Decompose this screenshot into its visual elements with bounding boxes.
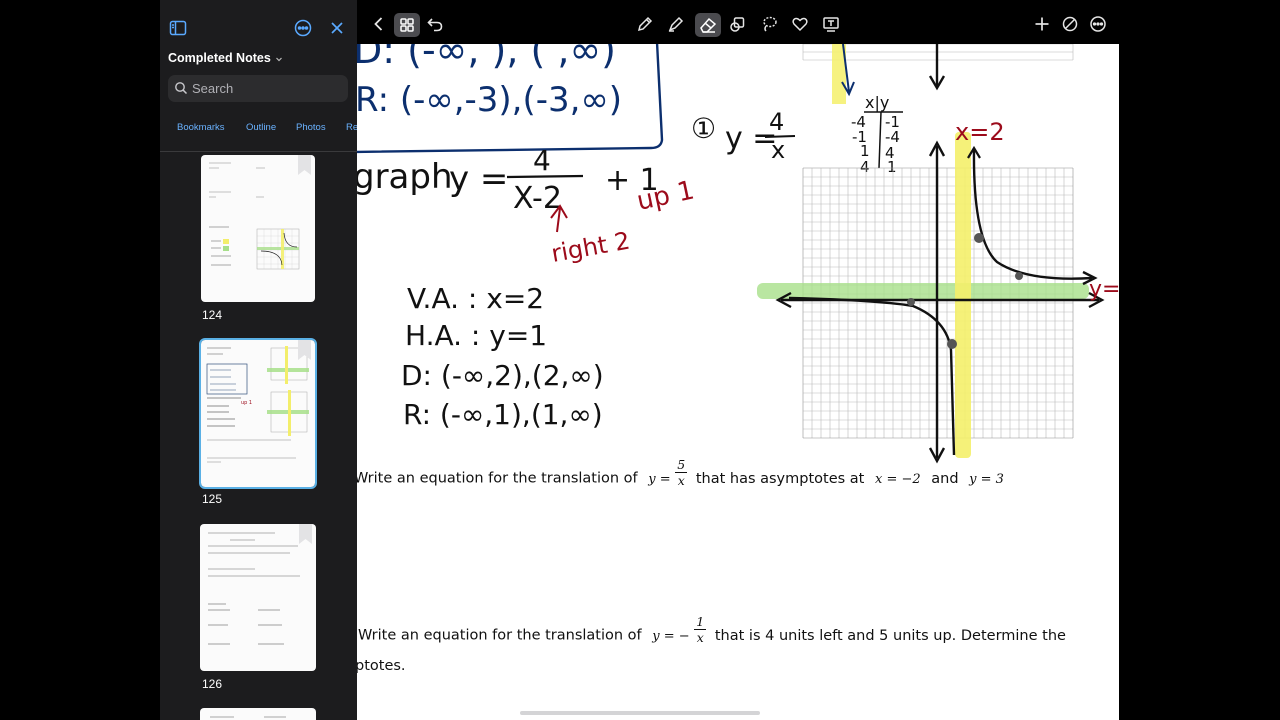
svg-text:4: 4 [860,158,870,176]
horizontal-asymptote-label: y= [1089,277,1119,302]
close-icon[interactable] [327,18,347,38]
page-thumbnail-126[interactable] [200,524,316,671]
problem-1-denominator: x [677,473,685,488]
search-input[interactable] [192,78,342,99]
problem-1-middle: that has asymptotes at [695,470,865,487]
vertical-asymptote-highlight [955,132,971,458]
eraser-icon[interactable] [695,13,721,37]
pen-icon[interactable] [635,14,655,34]
sidebar: Completed Notes Bookmarks Outline Photos… [160,0,357,720]
tab-photos[interactable]: Photos [296,122,326,133]
sidebar-toggle-icon[interactable] [168,18,188,38]
page-preview [208,532,300,645]
example-number: ① [691,112,716,145]
problem-1-func-lhs: y = [648,471,671,487]
page-number-124: 124 [202,308,223,322]
page-preview [210,716,286,718]
disable-touch-icon[interactable] [1060,14,1080,34]
graph-numerator: 4 [533,144,551,177]
notebook-title-text: Completed Notes [168,51,271,65]
problem-2-prefix: Write an equation for the translation of [358,627,642,644]
problem-2-func-lhs: y = − [652,628,690,644]
add-icon[interactable] [1032,14,1052,34]
page-thumbnail-124[interactable] [201,155,315,302]
tab-outline[interactable]: Outline [246,122,276,133]
highlighter-icon[interactable] [666,14,686,34]
bookmark-icon[interactable] [298,340,311,360]
graph-word: graph [357,157,453,197]
bookmark-icon[interactable] [298,155,311,175]
graph-denominator: X-2 [513,181,562,216]
problem-2-suffix: that is 4 units left and 5 units up. Det… [714,627,1066,644]
problem-2-line-2: ptotes. [357,658,406,674]
svg-text:V.A. : x=2: V.A. : x=2 [407,282,544,315]
screen: Completed Notes Bookmarks Outline Photos… [0,0,1280,720]
problem-1-asym-x: x = −2 [874,471,921,487]
page-number-125: 125 [202,492,223,506]
divider [160,151,357,152]
svg-text:up 1: up 1 [241,400,252,406]
text-box-icon[interactable] [821,14,841,34]
back-chevron-icon[interactable] [369,14,389,34]
problem-2-numerator: 1 [694,614,707,630]
svg-text:H.A. : y=1: H.A. : y=1 [405,319,547,352]
page-preview: up 1 [206,346,309,463]
problem-1: Write an equation for the translation of… [357,457,1004,488]
svg-text:D: (-∞,2),(2,∞): D: (-∞,2),(2,∞) [401,359,604,392]
problem-2-fraction: 1 x [694,614,707,645]
notebook-title[interactable]: Completed Notes [168,51,284,65]
axes [775,140,1105,464]
svg-text:x|y: x|y [865,93,889,112]
horizontal-asymptote-highlight [757,283,1089,299]
sticker-icon[interactable] [790,14,810,34]
problem-2: Write an equation for the translation of… [358,614,1066,645]
search-field[interactable] [168,75,348,102]
home-indicator [520,711,760,715]
problem-1-asym-y: y = 3 [969,471,1004,487]
problem-2-denominator: x [696,630,704,645]
value-table: x|y -4 -1 -1 -4 14 41 [851,93,903,176]
handwriting-canvas[interactable]: D: (-∞, ), ( ,∞) R: (-∞,-3),(-3,∞) ① y =… [357,0,1119,720]
undo-icon[interactable] [425,14,445,34]
vertical-asymptote-label: x=2 [955,118,1005,146]
graph-fraction-bar [506,174,584,179]
tab-bookmarks[interactable]: Bookmarks [177,122,225,133]
asymptote-notes: V.A. : x=2 H.A. : y=1 D: (-∞,2),(2,∞) R:… [401,282,604,431]
range-ink: R: (-∞,-3),(-3,∞) [357,80,622,120]
problem-1-prefix: Write an equation for the translation of [357,470,638,487]
problem-1-numerator: 5 [675,457,688,473]
page-thumbnail-127[interactable] [200,708,316,720]
graph-y-equals: y = [449,159,508,199]
svg-text:1: 1 [887,158,897,176]
sidebar-tabs: Bookmarks Outline Photos Re [160,122,357,136]
ellipsis-circle-icon[interactable] [293,18,313,38]
lasso-icon[interactable] [759,14,779,34]
tab-more[interactable]: Re [346,122,357,133]
shift-right-label: right 2 [549,227,632,268]
bookmark-icon[interactable] [299,524,312,544]
grid-view-icon[interactable] [394,13,420,37]
toolbar [357,0,1119,44]
page-thumbnail-125[interactable]: up 1 [199,338,317,489]
note-page[interactable]: D: (-∞, ), ( ,∞) R: (-∞,-3),(-3,∞) ① y =… [357,0,1119,720]
page-number-126: 126 [202,677,223,691]
svg-text:R: (-∞,1),(1,∞): R: (-∞,1),(1,∞) [403,398,603,431]
more-icon[interactable] [1088,14,1108,34]
search-icon [175,82,188,95]
page-preview [209,162,300,270]
shapes-icon[interactable] [728,14,748,34]
parent-numerator: 4 [769,108,784,136]
problem-1-fraction: 5 x [675,457,688,488]
parent-denominator: x [771,136,785,164]
chevron-down-icon [276,57,283,62]
problem-1-and: and [931,470,959,487]
